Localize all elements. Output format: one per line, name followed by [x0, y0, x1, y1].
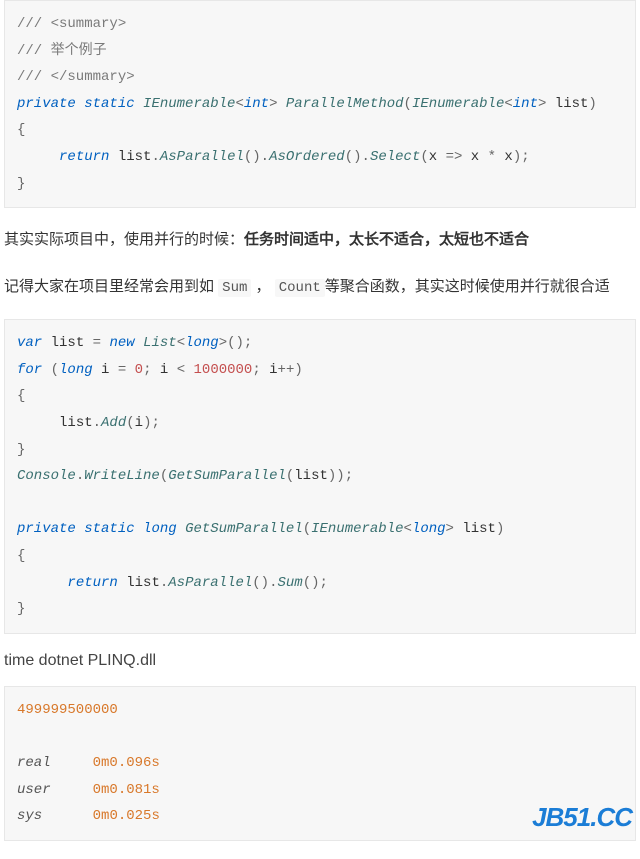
- ident: list: [126, 575, 160, 591]
- type: IEnumerable: [143, 96, 235, 112]
- brace: {: [17, 388, 25, 404]
- kw: long: [143, 521, 177, 537]
- ident: i: [135, 415, 143, 431]
- kw: private: [17, 96, 76, 112]
- method: ParallelMethod: [286, 96, 404, 112]
- code-block-1: /// <summary> /// 举个例子 /// </summary> pr…: [4, 0, 636, 208]
- result-sum: 499999500000: [17, 702, 118, 718]
- method: WriteLine: [84, 468, 160, 484]
- ident: x: [429, 149, 437, 165]
- inline-code-sum: Sum: [218, 279, 251, 297]
- time-sys-value: 0m0.025s: [93, 808, 160, 824]
- number: 0: [135, 362, 143, 378]
- type: IEnumerable: [311, 521, 403, 537]
- ident: list: [59, 415, 93, 431]
- brace: }: [17, 176, 25, 192]
- time-real-label: real: [17, 755, 51, 771]
- comment-line: /// </summary>: [17, 69, 135, 85]
- method: AsParallel: [160, 149, 244, 165]
- kw: return: [59, 149, 109, 165]
- command-line: time dotnet PLINQ.dll: [4, 652, 636, 670]
- ident: i: [160, 362, 168, 378]
- kw: return: [67, 575, 117, 591]
- kw: new: [109, 335, 134, 351]
- kw: long: [412, 521, 446, 537]
- text: ，: [251, 278, 274, 295]
- kw: for: [17, 362, 42, 378]
- method: Select: [370, 149, 420, 165]
- method: Add: [101, 415, 126, 431]
- bold-text: 任务时间适中，太长不适合，太短也不适合: [244, 231, 529, 248]
- text: 等聚合函数，其实这时候使用并行就很合适: [325, 278, 610, 295]
- brace: }: [17, 601, 25, 617]
- type: List: [143, 335, 177, 351]
- text: 其实实际项目中，使用并行的时候：: [4, 231, 244, 248]
- paragraph-2: 记得大家在项目里经常会用到如 Sum ， Count等聚合函数，其实这时候使用并…: [4, 273, 636, 302]
- comment-line: /// 举个例子: [17, 43, 107, 59]
- kw: static: [84, 521, 134, 537]
- time-sys-label: sys: [17, 808, 42, 824]
- watermark: JB51.CC: [532, 802, 632, 833]
- brace: }: [17, 442, 25, 458]
- type: IEnumerable: [412, 96, 504, 112]
- ident: x: [471, 149, 479, 165]
- kw: private: [17, 521, 76, 537]
- method: AsOrdered: [269, 149, 345, 165]
- time-real-value: 0m0.096s: [93, 755, 160, 771]
- ident: list: [294, 468, 328, 484]
- kw: var: [17, 335, 42, 351]
- brace: {: [17, 122, 25, 138]
- kw: static: [84, 96, 134, 112]
- method: GetSumParallel: [185, 521, 303, 537]
- time-user-label: user: [17, 782, 51, 798]
- ident: list: [51, 335, 85, 351]
- ident: x: [504, 149, 512, 165]
- text: 记得大家在项目里经常会用到如: [4, 278, 218, 295]
- brace: {: [17, 548, 25, 564]
- method: AsParallel: [168, 575, 252, 591]
- kw: long: [59, 362, 93, 378]
- kw: long: [185, 335, 219, 351]
- ident: i: [101, 362, 109, 378]
- param: list: [462, 521, 496, 537]
- param: list: [555, 96, 589, 112]
- method: GetSumParallel: [168, 468, 286, 484]
- ident: i: [269, 362, 277, 378]
- ident: list: [118, 149, 152, 165]
- method: Sum: [278, 575, 303, 591]
- type: Console: [17, 468, 76, 484]
- comment-line: /// <summary>: [17, 16, 126, 32]
- kw: int: [513, 96, 538, 112]
- time-user-value: 0m0.081s: [93, 782, 160, 798]
- number: 1000000: [194, 362, 253, 378]
- kw: int: [244, 96, 269, 112]
- code-block-2: var list = new List<long>(); for (long i…: [4, 319, 636, 634]
- inline-code-count: Count: [275, 279, 325, 297]
- paragraph-1: 其实实际项目中，使用并行的时候：任务时间适中，太长不适合，太短也不适合: [4, 226, 636, 255]
